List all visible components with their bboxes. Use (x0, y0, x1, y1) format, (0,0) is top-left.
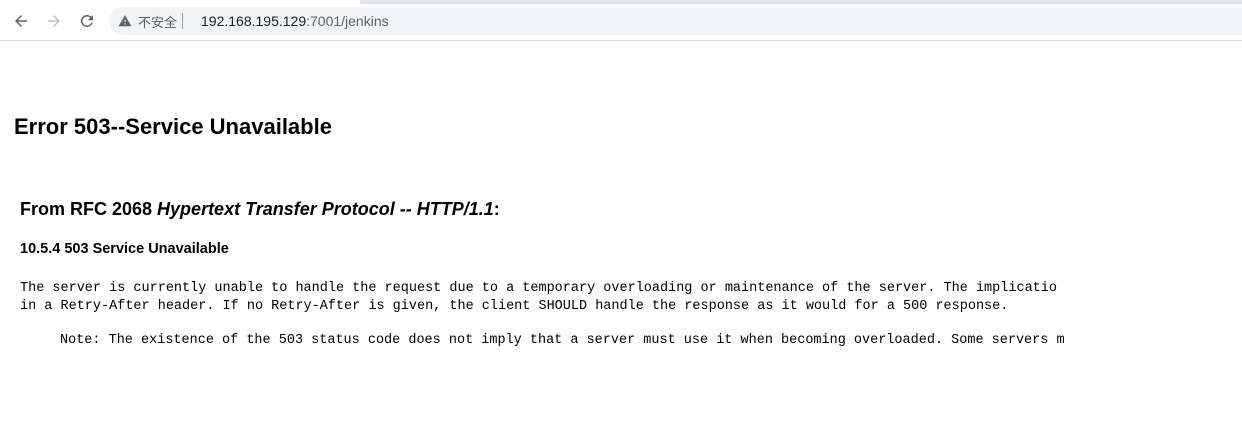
rfc-heading: From RFC 2068 Hypertext Transfer Protoco… (20, 199, 500, 220)
body-text-line-1: The server is currently unable to handle… (20, 281, 1057, 296)
page-title: Error 503--Service Unavailable (14, 114, 332, 139)
section-heading: 10.5.4 503 Service Unavailable (20, 241, 229, 257)
rfc-heading-suffix: : (493, 199, 500, 219)
page-content: Error 503--Service Unavailable From RFC … (0, 41, 1242, 444)
security-label: 不安全 (138, 15, 178, 31)
forward-arrow-icon (48, 15, 60, 27)
browser-toolbar: 不安全 192.168.195.129:7001/jenkins (0, 0, 1242, 41)
tab-strip (360, 0, 1242, 4)
warning-triangle-icon (118, 15, 132, 27)
rfc-heading-italic: Hypertext Transfer Protocol -- HTTP/1.1 (157, 199, 494, 219)
reload-button[interactable] (75, 9, 99, 33)
rfc-heading-prefix: From RFC 2068 (20, 199, 158, 219)
url-path: :7001/jenkins (306, 13, 389, 29)
url-text[interactable]: 192.168.195.129:7001/jenkins (201, 7, 389, 35)
back-arrow-icon (15, 15, 27, 27)
body-text-line-2: in a Retry-After header. If no Retry-Aft… (20, 299, 1009, 314)
forward-button[interactable] (42, 9, 66, 33)
security-indicator[interactable]: 不安全 (118, 7, 184, 35)
address-bar[interactable]: 不安全 192.168.195.129:7001/jenkins (109, 7, 1242, 35)
reload-icon (81, 14, 93, 27)
address-separator (182, 13, 184, 29)
back-button[interactable] (9, 9, 33, 33)
note-text: Note: The existence of the 503 status co… (60, 333, 1065, 348)
url-host: 192.168.195.129 (201, 13, 307, 29)
